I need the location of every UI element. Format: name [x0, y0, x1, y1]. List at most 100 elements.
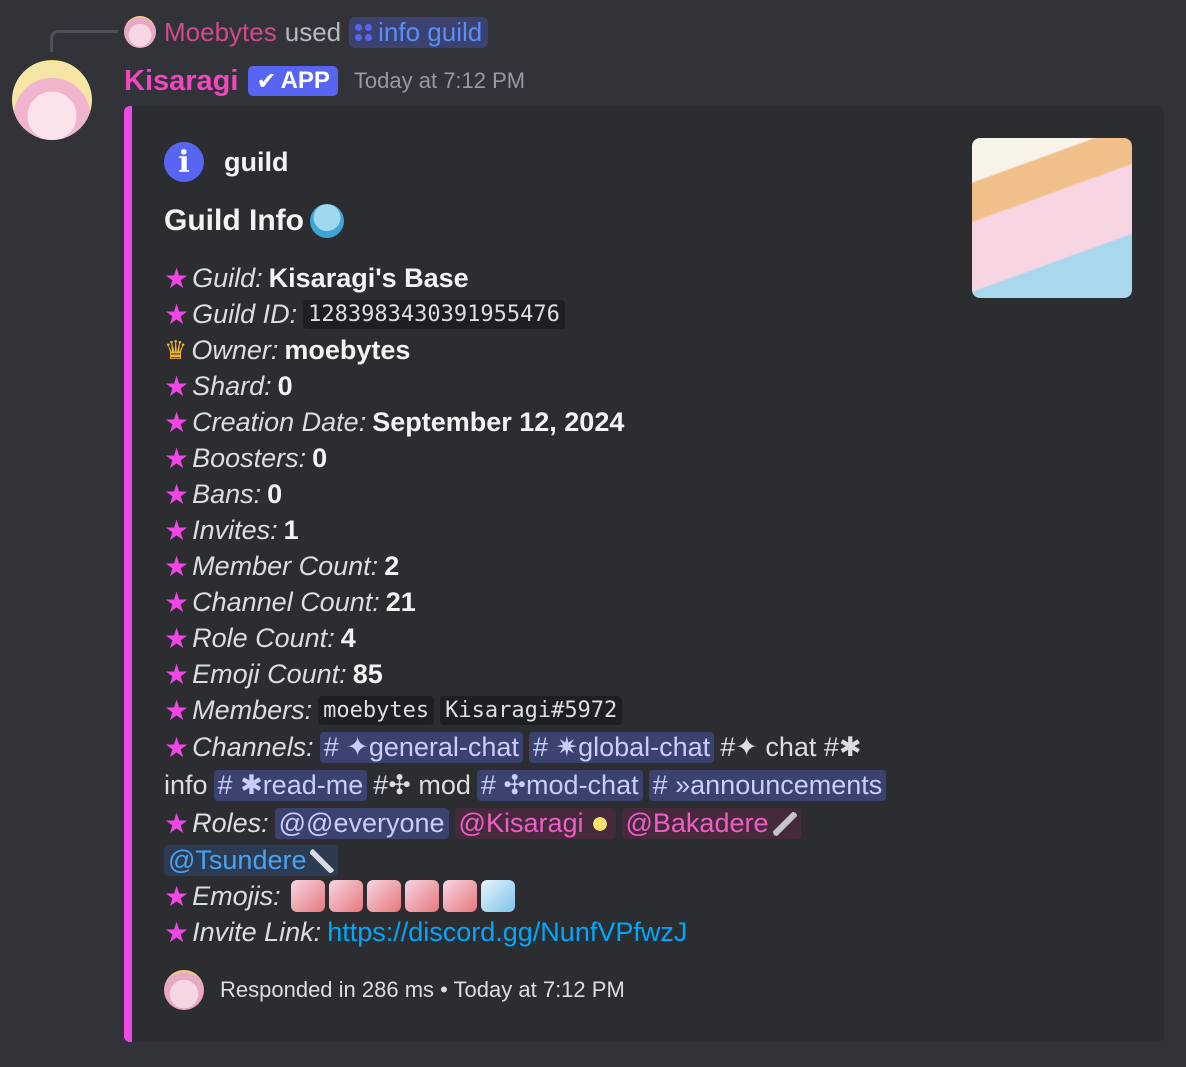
field-invites: ★ Invites: 1 — [164, 512, 944, 548]
star-icon: ★ — [164, 880, 190, 912]
footer-avatar — [164, 970, 204, 1010]
field-value: moebytes — [284, 334, 411, 365]
channel-mention[interactable]: # »announcements — [648, 769, 887, 801]
field-key: Channel Count: — [192, 586, 380, 617]
role-name: @Kisaragi — [458, 807, 584, 838]
field-value: 0 — [312, 442, 328, 473]
field-emoji-count: ★ Emoji Count: 85 — [164, 656, 944, 692]
title-emoji-icon — [309, 204, 344, 238]
role-mention-bakadere[interactable]: @Bakadere — [621, 807, 801, 839]
field-value: 21 — [385, 586, 416, 617]
star-icon: ★ — [164, 370, 190, 402]
message-timestamp[interactable]: Today at 7:12 PM — [354, 68, 525, 94]
star-icon: ★ — [164, 586, 190, 618]
custom-emoji-icon[interactable] — [480, 880, 515, 912]
member-code: moebytes — [318, 695, 435, 725]
field-creation-date: ★ Creation Date: September 12, 2024 — [164, 404, 944, 440]
invite-link[interactable]: https://discord.gg/NunfVPfwzJ — [327, 917, 687, 948]
role-mention-kisaragi[interactable]: @Kisaragi — [454, 807, 616, 839]
star-icon: ★ — [164, 731, 190, 763]
field-key: Member Count: — [192, 550, 379, 581]
embed-author-name: guild — [224, 146, 289, 177]
check-icon: ✔ — [256, 67, 277, 95]
field-key: Invites: — [192, 514, 278, 545]
crown-icon: ♛ — [164, 334, 188, 365]
field-member-count: ★ Member Count: 2 — [164, 548, 944, 584]
field-key: Members: — [192, 694, 313, 725]
field-value: September 12, 2024 — [372, 406, 625, 437]
custom-emoji-icon[interactable] — [366, 880, 401, 912]
star-icon: ★ — [164, 514, 190, 546]
channel-mention[interactable]: # ✱read-me — [213, 769, 368, 801]
field-channels: ★ Channels: # ✦general-chat # ✷global-ch… — [164, 728, 944, 766]
embed-description: ★ Guild: Kisaragi's Base ★ Guild ID: 128… — [164, 260, 944, 950]
embed-card: i guild Guild Info ★ Guild: Kisaragi's B… — [124, 106, 1164, 1042]
app-badge-label: APP — [280, 67, 330, 94]
star-icon: ★ — [164, 622, 190, 654]
field-key: Emojis: — [192, 880, 281, 911]
embed-title-text: Guild Info — [164, 204, 304, 237]
sparkles-icon — [587, 812, 612, 837]
embed-title: Guild Info — [164, 204, 344, 238]
field-roles-cont: @Tsundere — [164, 842, 944, 878]
channel-mention[interactable]: # ✣mod-chat — [476, 769, 643, 801]
field-key: Bans: — [192, 478, 262, 509]
embed-author: i guild — [164, 142, 288, 182]
bot-avatar[interactable] — [12, 60, 92, 140]
footer-text: Responded in 286 ms • Today at 7:12 PM — [220, 977, 625, 1002]
field-value: 1 — [283, 514, 299, 545]
field-boosters: ★ Boosters: 0 — [164, 440, 944, 476]
field-key: Emoji Count: — [192, 658, 347, 689]
app-badge: ✔ APP — [248, 66, 338, 96]
channel-plain-text: #✦ chat #✱ — [720, 731, 862, 762]
field-invite-link: ★ Invite Link: https://discord.gg/NunfVP… — [164, 914, 944, 950]
embed-footer: Responded in 286 ms • Today at 7:12 PM — [164, 970, 625, 1010]
field-key: Owner: — [191, 334, 279, 365]
field-value: 85 — [352, 658, 383, 689]
role-name: @Bakadere — [625, 807, 769, 838]
custom-emoji-icon[interactable] — [404, 880, 439, 912]
member-code: Kisaragi#5972 — [440, 695, 623, 725]
field-key: Guild ID: — [192, 298, 298, 329]
field-guild-id: ★ Guild ID: 1283983430391955476 — [164, 296, 944, 332]
star-icon: ★ — [164, 807, 190, 839]
channel-plain-text: info — [164, 769, 208, 800]
embed-thumbnail[interactable] — [972, 138, 1132, 298]
field-roles: ★ Roles: @@everyone @Kisaragi @Bakadere — [164, 804, 944, 842]
field-value: 4 — [340, 622, 356, 653]
star-icon: ★ — [164, 406, 190, 438]
channel-plain-text: #✣ mod — [373, 769, 471, 800]
field-channels-cont: info # ✱read-me #✣ mod # ✣mod-chat # »an… — [164, 766, 944, 804]
custom-emoji-icon[interactable] — [290, 880, 325, 912]
field-emojis: ★ Emojis: — [164, 878, 944, 914]
star-icon: ★ — [164, 442, 190, 474]
message-header: Kisaragi ✔ APP Today at 7:12 PM — [124, 62, 525, 100]
role-mention-everyone[interactable]: @@everyone — [274, 807, 449, 839]
field-value: Kisaragi's Base — [268, 262, 469, 293]
field-value: 0 — [277, 370, 293, 401]
star-icon: ★ — [164, 694, 190, 726]
field-key: Channels: — [192, 731, 314, 762]
channel-mention[interactable]: # ✦general-chat — [319, 731, 523, 763]
reply-connector — [50, 30, 118, 52]
star-icon: ★ — [164, 298, 190, 330]
bot-username[interactable]: Kisaragi — [124, 65, 238, 98]
role-mention-tsundere[interactable]: @Tsundere — [164, 844, 339, 876]
star-icon: ★ — [164, 916, 190, 948]
reply-context: Moebytes used info guild — [124, 14, 489, 50]
reply-username[interactable]: Moebytes — [164, 17, 277, 48]
field-value: 2 — [384, 550, 400, 581]
field-key: Creation Date: — [192, 406, 367, 437]
channel-mention[interactable]: # ✷global-chat — [528, 731, 715, 763]
reply-used-text: used — [284, 16, 342, 47]
field-key: Roles: — [192, 807, 269, 838]
custom-emoji-icon[interactable] — [328, 880, 363, 912]
slash-command-pill[interactable]: info guild — [349, 16, 489, 48]
custom-emoji-icon[interactable] — [442, 880, 477, 912]
reply-avatar[interactable] — [124, 16, 156, 48]
field-value: 0 — [267, 478, 283, 509]
field-members: ★ Members: moebytes Kisaragi#5972 — [164, 692, 944, 728]
field-key: Guild: — [192, 262, 263, 293]
guild-id-code: 1283983430391955476 — [303, 299, 565, 329]
sword-icon — [310, 849, 335, 874]
